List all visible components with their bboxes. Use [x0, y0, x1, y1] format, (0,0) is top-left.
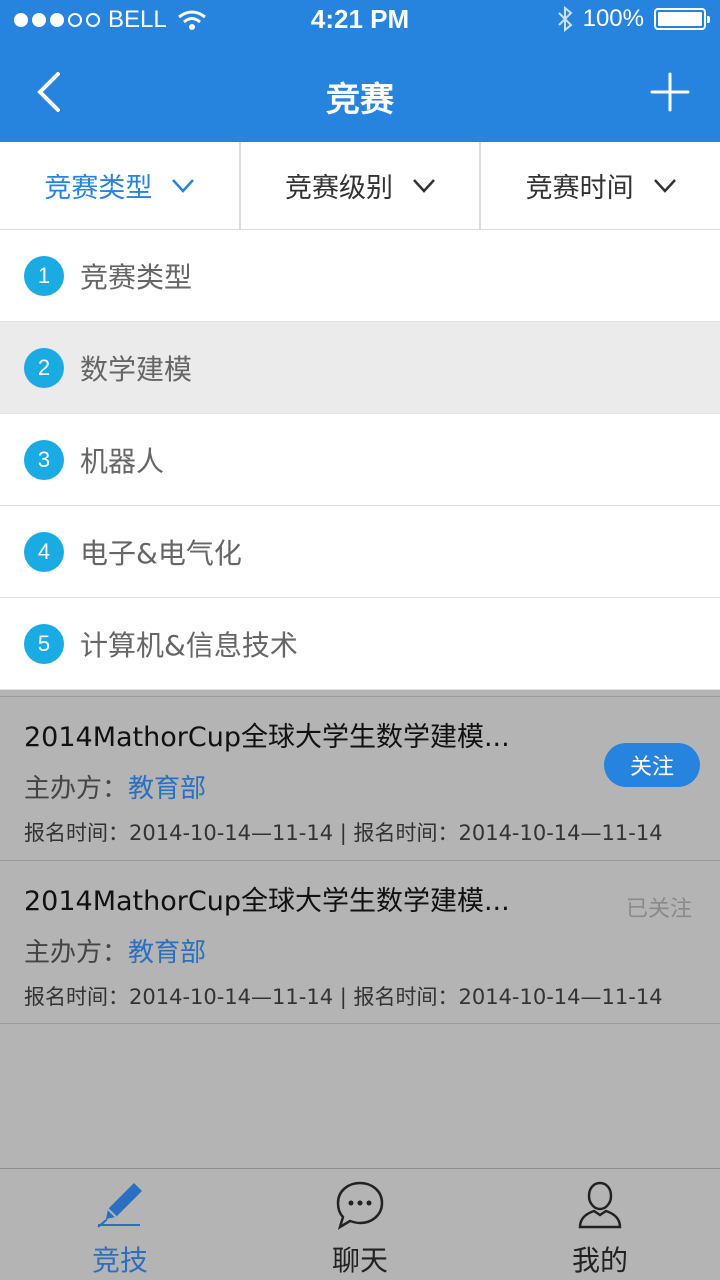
dropdown-item[interactable]: 5 计算机&信息技术: [0, 598, 720, 690]
number-badge: 2: [24, 347, 64, 388]
signal-icon: [14, 13, 100, 27]
number-badge: 4: [24, 531, 64, 572]
nav-bar: 竞赛: [0, 40, 720, 142]
card-time: 报名时间：2014-10-14—11-14 | 报名时间：2014-10-14—…: [24, 985, 663, 1009]
follow-button[interactable]: 关注: [604, 743, 700, 787]
dropdown-item[interactable]: 2 数学建模: [0, 322, 720, 414]
organizer-label: 主办方：: [24, 938, 129, 968]
tab-bar: 竞技 聊天 我的: [0, 1168, 720, 1280]
card-organizer: 主办方：教育部: [24, 932, 696, 969]
tab-label: 竞技: [91, 1244, 148, 1277]
add-icon[interactable]: [648, 70, 692, 114]
number-badge: 5: [24, 623, 64, 664]
filter-type[interactable]: 竞赛类型: [0, 142, 241, 229]
chat-icon: [336, 1181, 384, 1230]
card-organizer: 主办方：教育部: [24, 768, 696, 805]
battery-label: 100%: [582, 5, 644, 32]
tab-label: 我的: [571, 1244, 628, 1277]
dropdown-item-label: 机器人: [80, 444, 165, 478]
organizer-label: 主办方：: [24, 774, 129, 804]
dropdown-item[interactable]: 4 电子&电气化: [0, 506, 720, 598]
followed-label[interactable]: 已关注: [626, 891, 692, 923]
battery-icon: [654, 8, 710, 30]
tab-label: 聊天: [331, 1244, 388, 1277]
tab-chat[interactable]: 聊天: [240, 1169, 480, 1280]
dropdown-item-label: 竞赛类型: [80, 260, 193, 294]
dropdown-item[interactable]: 3 机器人: [0, 414, 720, 506]
filter-bar: 竞赛类型 竞赛级别 竞赛时间: [0, 142, 720, 230]
filter-level[interactable]: 竞赛级别: [241, 142, 482, 229]
card-time: 报名时间：2014-10-14—11-14 | 报名时间：2014-10-14—…: [24, 821, 663, 845]
tab-mine[interactable]: 我的: [480, 1169, 720, 1280]
dropdown-item-label: 数学建模: [80, 352, 193, 386]
chevron-down-icon: [413, 178, 435, 193]
competition-list: 2014MathorCup全球大学生数学建模... 主办方：教育部 报名时间：2…: [0, 696, 720, 1024]
chevron-down-icon: [172, 178, 195, 193]
tab-competition[interactable]: 竞技: [0, 1169, 240, 1280]
competition-card[interactable]: 2014MathorCup全球大学生数学建模... 主办方：教育部 报名时间：2…: [0, 860, 720, 1024]
status-bar: BELL 4:21 PM 100%: [0, 0, 720, 40]
carrier-label: BELL: [108, 6, 167, 33]
organizer-value[interactable]: 教育部: [128, 938, 206, 968]
wifi-icon: [177, 10, 206, 30]
dropdown-item-label: 电子&电气化: [80, 536, 242, 570]
bluetooth-icon: [557, 6, 573, 32]
organizer-value[interactable]: 教育部: [128, 774, 206, 804]
competition-card[interactable]: 2014MathorCup全球大学生数学建模... 主办方：教育部 报名时间：2…: [0, 696, 720, 860]
filter-time-label: 竞赛时间: [525, 173, 634, 204]
number-badge: 1: [24, 255, 64, 296]
number-badge: 3: [24, 439, 64, 480]
card-title: 2014MathorCup全球大学生数学建模...: [24, 886, 510, 917]
card-title: 2014MathorCup全球大学生数学建模...: [24, 722, 510, 753]
dropdown-item-label: 计算机&信息技术: [80, 628, 298, 662]
filter-type-label: 竞赛类型: [44, 173, 153, 204]
pen-icon: [97, 1183, 142, 1228]
filter-time[interactable]: 竞赛时间: [481, 142, 720, 229]
page-title: 竞赛: [326, 80, 394, 120]
chevron-down-icon: [653, 178, 676, 193]
filter-level-label: 竞赛级别: [285, 173, 393, 204]
type-dropdown: 1 竞赛类型 2 数学建模 3 机器人 4 电子&电气化 5 计算机&信息技术: [0, 230, 720, 690]
user-icon: [578, 1181, 622, 1229]
dropdown-item[interactable]: 1 竞赛类型: [0, 230, 720, 322]
